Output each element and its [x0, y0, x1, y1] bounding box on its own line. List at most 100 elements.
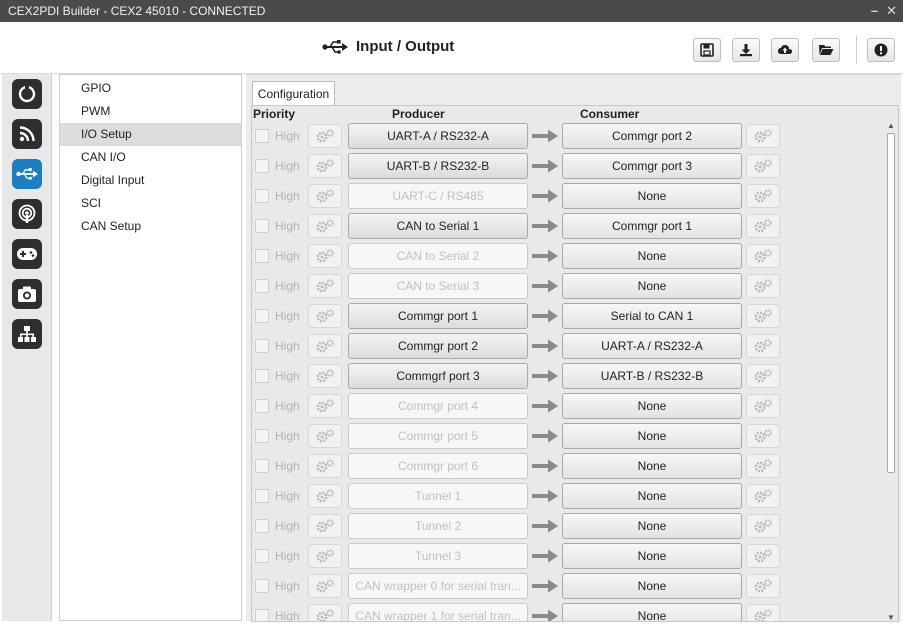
consumer-button[interactable]: UART-B / RS232-B: [562, 363, 742, 389]
priority-checkbox[interactable]: [255, 189, 269, 203]
priority-checkbox[interactable]: [255, 429, 269, 443]
menu-item-sci[interactable]: SCI: [60, 192, 241, 215]
consumer-button[interactable]: None: [562, 453, 742, 479]
menu-item-can-io[interactable]: CAN I/O: [60, 146, 241, 169]
producer-settings-button[interactable]: [308, 544, 342, 568]
producer-button[interactable]: Tunnel 2: [348, 513, 528, 539]
iconbar-network[interactable]: [12, 319, 42, 349]
consumer-settings-button[interactable]: [746, 154, 780, 178]
producer-settings-button[interactable]: [308, 154, 342, 178]
producer-button[interactable]: CAN wrapper 0 for serial tran...: [348, 573, 528, 599]
producer-button[interactable]: CAN wrapper 1 for serial tran...: [348, 603, 528, 621]
priority-checkbox[interactable]: [255, 459, 269, 473]
consumer-button[interactable]: Commgr port 1: [562, 213, 742, 239]
priority-checkbox[interactable]: [255, 579, 269, 593]
consumer-button[interactable]: None: [562, 513, 742, 539]
priority-checkbox[interactable]: [255, 369, 269, 383]
menu-item-pwm[interactable]: PWM: [60, 100, 241, 123]
consumer-button[interactable]: None: [562, 183, 742, 209]
priority-checkbox[interactable]: [255, 129, 269, 143]
producer-settings-button[interactable]: [308, 424, 342, 448]
consumer-settings-button[interactable]: [746, 574, 780, 598]
producer-settings-button[interactable]: [308, 454, 342, 478]
iconbar-joystick[interactable]: [12, 239, 42, 269]
producer-button[interactable]: Commgr port 4: [348, 393, 528, 419]
consumer-settings-button[interactable]: [746, 544, 780, 568]
consumer-button[interactable]: None: [562, 543, 742, 569]
priority-checkbox[interactable]: [255, 159, 269, 173]
consumer-settings-button[interactable]: [746, 604, 780, 621]
consumer-button[interactable]: None: [562, 483, 742, 509]
scroll-up-arrow[interactable]: ▲: [886, 121, 896, 131]
producer-settings-button[interactable]: [308, 394, 342, 418]
producer-button[interactable]: Commgr port 1: [348, 303, 528, 329]
producer-settings-button[interactable]: [308, 484, 342, 508]
producer-settings-button[interactable]: [308, 304, 342, 328]
consumer-button[interactable]: None: [562, 423, 742, 449]
consumer-settings-button[interactable]: [746, 334, 780, 358]
producer-settings-button[interactable]: [308, 184, 342, 208]
producer-settings-button[interactable]: [308, 214, 342, 238]
consumer-button[interactable]: Serial to CAN 1: [562, 303, 742, 329]
iconbar-broadcast[interactable]: [12, 199, 42, 229]
priority-checkbox[interactable]: [255, 609, 269, 621]
producer-button[interactable]: CAN to Serial 3: [348, 273, 528, 299]
producer-settings-button[interactable]: [308, 244, 342, 268]
priority-checkbox[interactable]: [255, 219, 269, 233]
consumer-settings-button[interactable]: [746, 304, 780, 328]
producer-button[interactable]: CAN to Serial 2: [348, 243, 528, 269]
producer-button[interactable]: UART-A / RS232-A: [348, 123, 528, 149]
producer-settings-button[interactable]: [308, 334, 342, 358]
iconbar-telemetry[interactable]: [12, 119, 42, 149]
minimize-button[interactable]: –: [871, 0, 878, 22]
download-button[interactable]: [732, 38, 760, 62]
priority-checkbox[interactable]: [255, 399, 269, 413]
iconbar-power[interactable]: [12, 79, 42, 109]
producer-button[interactable]: Commgr port 6: [348, 453, 528, 479]
consumer-button[interactable]: Commgr port 3: [562, 153, 742, 179]
iconbar-camera[interactable]: [12, 279, 42, 309]
producer-button[interactable]: Tunnel 1: [348, 483, 528, 509]
priority-checkbox[interactable]: [255, 279, 269, 293]
consumer-settings-button[interactable]: [746, 424, 780, 448]
producer-button[interactable]: UART-C / RS485: [348, 183, 528, 209]
consumer-settings-button[interactable]: [746, 214, 780, 238]
vertical-scrollbar[interactable]: ▲ ▼: [886, 121, 896, 621]
producer-settings-button[interactable]: [308, 124, 342, 148]
consumer-settings-button[interactable]: [746, 244, 780, 268]
producer-button[interactable]: UART-B / RS232-B: [348, 153, 528, 179]
scrollbar-thumb[interactable]: [887, 133, 895, 473]
consumer-settings-button[interactable]: [746, 124, 780, 148]
consumer-settings-button[interactable]: [746, 184, 780, 208]
consumer-settings-button[interactable]: [746, 364, 780, 388]
consumer-button[interactable]: None: [562, 243, 742, 269]
menu-item-can-setup[interactable]: CAN Setup: [60, 215, 241, 238]
open-folder-button[interactable]: [812, 38, 840, 62]
tab-configuration[interactable]: Configuration: [252, 81, 335, 106]
consumer-settings-button[interactable]: [746, 484, 780, 508]
producer-settings-button[interactable]: [308, 514, 342, 538]
consumer-settings-button[interactable]: [746, 454, 780, 478]
consumer-button[interactable]: UART-A / RS232-A: [562, 333, 742, 359]
consumer-button[interactable]: None: [562, 603, 742, 621]
consumer-button[interactable]: Commgr port 2: [562, 123, 742, 149]
producer-button[interactable]: Commgrf port 3: [348, 363, 528, 389]
save-button[interactable]: [693, 38, 721, 62]
info-button[interactable]: [867, 38, 895, 62]
producer-settings-button[interactable]: [308, 274, 342, 298]
close-button[interactable]: ✕: [886, 0, 897, 22]
priority-checkbox[interactable]: [255, 489, 269, 503]
producer-button[interactable]: Commgr port 2: [348, 333, 528, 359]
priority-checkbox[interactable]: [255, 249, 269, 263]
producer-settings-button[interactable]: [308, 604, 342, 621]
consumer-settings-button[interactable]: [746, 394, 780, 418]
consumer-settings-button[interactable]: [746, 274, 780, 298]
consumer-button[interactable]: None: [562, 393, 742, 419]
producer-button[interactable]: Commgr port 5: [348, 423, 528, 449]
menu-item-io-setup[interactable]: I/O Setup: [60, 123, 241, 146]
producer-button[interactable]: Tunnel 3: [348, 543, 528, 569]
cloud-upload-button[interactable]: [771, 38, 799, 62]
iconbar-input-output[interactable]: [12, 159, 42, 189]
consumer-button[interactable]: None: [562, 573, 742, 599]
priority-checkbox[interactable]: [255, 339, 269, 353]
